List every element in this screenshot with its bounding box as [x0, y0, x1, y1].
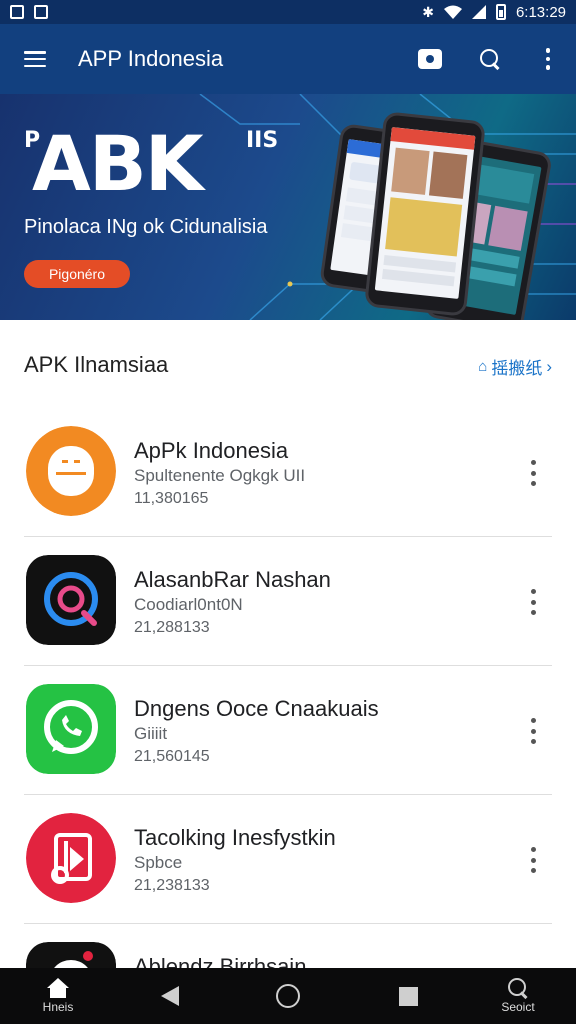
app-name: Tacolking Inesfystkin [134, 825, 336, 850]
recents-icon [398, 986, 418, 1006]
chevron-right-icon: › [546, 356, 552, 376]
bluetooth-icon: ✱ [422, 3, 434, 20]
section-title: APK Ilnamsiaa [24, 352, 169, 377]
image-notification-icon [34, 5, 48, 19]
search-icon [480, 49, 500, 69]
nav-back[interactable] [150, 968, 190, 1024]
app-category: Spbce [134, 853, 183, 872]
app-name: Dngens Ooce Cnaakuais [134, 696, 379, 721]
app-download-count: 21,560145 [134, 748, 210, 765]
status-left [10, 5, 48, 19]
back-icon [161, 986, 179, 1006]
store-icon [418, 49, 442, 69]
banner-headline-main: ABK [32, 119, 204, 208]
app-list: ApPk Indonesia Spultenente Ogkgk UII 11,… [0, 408, 576, 1024]
battery-icon [495, 4, 506, 20]
more-vert-icon [545, 48, 551, 70]
store-button[interactable] [400, 24, 460, 94]
app-category: Giiiit [134, 724, 168, 743]
status-time: 6:13:29 [515, 3, 566, 21]
list-item[interactable]: AlasanbRar Nashan Coodiarl0nt0N 21,28813… [0, 537, 576, 666]
music-note-icon [26, 813, 116, 903]
item-more-button[interactable] [528, 589, 538, 615]
app-category: Coodiarl0nt0N [134, 595, 243, 614]
search-button[interactable] [460, 24, 520, 94]
see-all-link[interactable]: ⌂ 摇搬纸 › [478, 354, 552, 379]
app-name: AlasanbRar Nashan [134, 567, 331, 592]
app-title: APP Indonesia [78, 46, 224, 71]
notification-icon [10, 5, 24, 19]
nav-home-circle[interactable] [268, 968, 308, 1024]
status-bar: ✱ 6:13:29 [0, 0, 576, 24]
home-icon [47, 978, 69, 998]
navigation-bar: Hneis Seoict [0, 968, 576, 1024]
item-more-button[interactable] [528, 847, 538, 873]
nav-home-label: Hneis [42, 1000, 74, 1014]
see-all-label: 摇搬纸 [491, 359, 543, 378]
list-item[interactable]: ApPk Indonesia Spultenente Ogkgk UII 11,… [0, 408, 576, 537]
item-more-button[interactable] [528, 718, 538, 744]
nav-search[interactable]: Seoict [490, 968, 546, 1024]
banner-subtitle: Pinolaca INg ok Cidunalisia [24, 216, 268, 238]
nav-search-label: Seoict [501, 1000, 535, 1014]
menu-button[interactable] [0, 24, 70, 94]
app-icon-search-circle [26, 555, 116, 645]
app-download-count: 21,238133 [134, 877, 210, 894]
section-link-icon: ⌂ [478, 358, 488, 375]
app-download-count: 11,380165 [134, 490, 209, 507]
wifi-icon [443, 5, 462, 19]
phone-mockup-center [364, 111, 486, 317]
search-icon [508, 978, 528, 998]
nav-home[interactable]: Hneis [30, 968, 86, 1024]
promo-banner[interactable]: P ABK IIS Pinolaca INg ok Cidunalisia Pi… [0, 94, 576, 320]
nav-recents[interactable] [388, 968, 428, 1024]
status-right: ✱ 6:13:29 [422, 4, 566, 21]
banner-cta-label: Pigonéro [48, 266, 106, 282]
whatsapp-icon [26, 684, 116, 774]
banner-headline-suffix: IIS [246, 128, 279, 153]
app-download-count: 21,288133 [134, 619, 210, 636]
overflow-menu-button[interactable] [520, 24, 576, 94]
app-bar: APP Indonesia [0, 24, 576, 94]
banner-cta-button[interactable]: Pigonéro [24, 260, 130, 288]
app-icon-apk-indonesia [26, 426, 116, 516]
list-item[interactable]: Dngens Ooce Cnaakuais Giiiit 21,560145 [0, 666, 576, 795]
item-more-button[interactable] [528, 460, 538, 486]
list-item[interactable]: Tacolking Inesfystkin Spbce 21,238133 [0, 795, 576, 924]
phone-screen [374, 127, 476, 299]
app-name: ApPk Indonesia [134, 438, 289, 463]
hamburger-icon [24, 51, 46, 67]
app-category: Spultenente Ogkgk UII [134, 466, 306, 485]
circle-home-icon [276, 984, 300, 1008]
signal-icon [471, 5, 486, 19]
